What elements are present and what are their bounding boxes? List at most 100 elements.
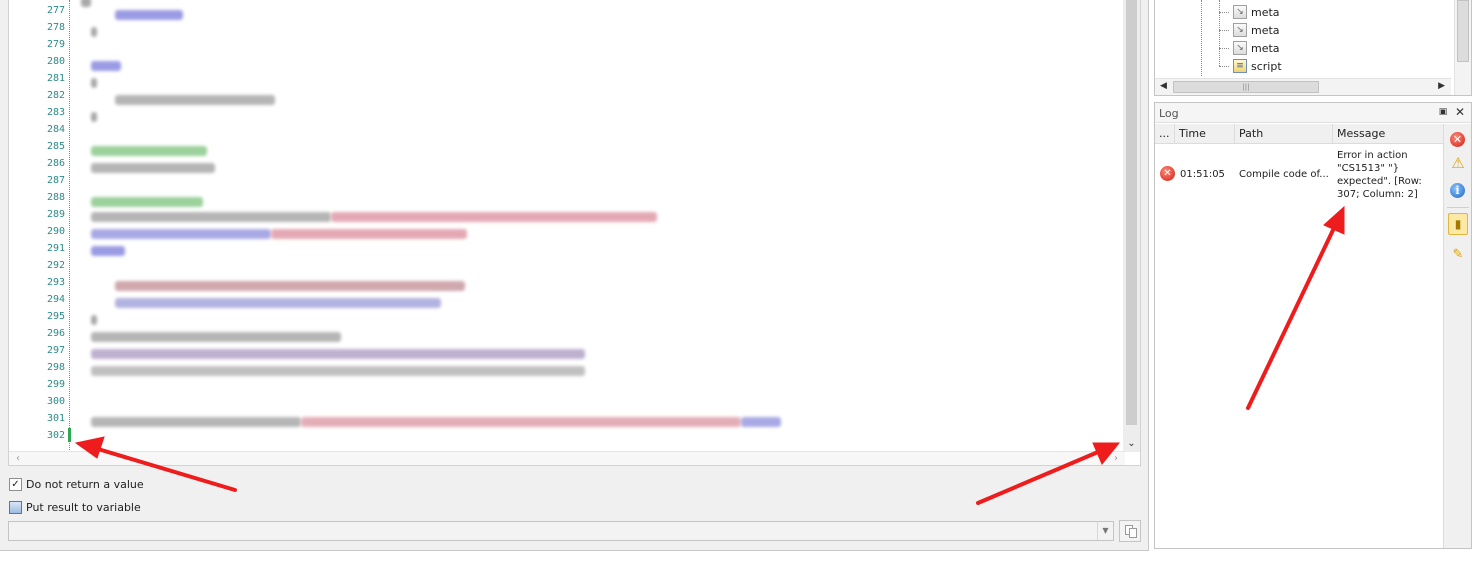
chevron-left-icon[interactable]: ◀ <box>1160 81 1167 91</box>
line-number: 290 <box>46 226 65 237</box>
log-message-line: expected". [Row: <box>1337 176 1422 187</box>
do-not-return-option[interactable]: ✓ Do not return a value <box>9 478 144 491</box>
line-number: 300 <box>46 396 65 407</box>
line-number: 280 <box>46 56 65 67</box>
redacted-code-line <box>91 349 585 359</box>
code-text-area[interactable] <box>71 0 1125 452</box>
log-path: Compile code of... <box>1239 169 1329 180</box>
script-icon: ≡ <box>1233 59 1247 73</box>
put-result-label: Put result to variable <box>26 501 141 514</box>
log-message-line: 307; Column: 2] <box>1337 189 1418 200</box>
tree-item-label: meta <box>1251 23 1280 37</box>
tree-item-meta[interactable]: ↘ meta <box>1219 23 1280 37</box>
tree-item-label: meta <box>1251 5 1280 19</box>
redacted-code-line <box>91 146 207 156</box>
maximize-icon[interactable]: ▣ <box>1437 106 1449 118</box>
close-icon[interactable]: ✕ <box>1453 105 1467 119</box>
line-number: 287 <box>46 175 65 186</box>
tree-branch <box>1219 65 1229 67</box>
redacted-code-line <box>91 197 203 207</box>
clear-log-icon[interactable]: ✎ <box>1449 246 1467 264</box>
copy-button[interactable] <box>1119 520 1141 542</box>
log-panel: Log ▣ ✕ ... Time Path Message ✕ 01:51:05… <box>1154 102 1472 549</box>
redacted-code-line <box>741 417 781 427</box>
log-message-line: Error in action <box>1337 150 1408 161</box>
column-header-more[interactable]: ... <box>1155 124 1175 144</box>
line-number: 291 <box>46 243 65 254</box>
column-header-time[interactable]: Time <box>1175 124 1235 144</box>
line-number: 297 <box>46 345 65 356</box>
line-number: 292 <box>46 260 65 271</box>
line-number: 294 <box>46 294 65 305</box>
filter-warnings-icon[interactable]: ⚠ <box>1449 154 1467 172</box>
filter-info-icon[interactable]: i <box>1450 183 1465 198</box>
tree-guide-line <box>1201 0 1202 76</box>
line-number: 299 <box>46 379 65 390</box>
vertical-scroll-thumb[interactable] <box>1457 0 1469 62</box>
line-number-gutter: 277 278 279 280 281 282 283 284 285 286 … <box>9 0 67 452</box>
tree-item-label: script <box>1251 59 1282 73</box>
horizontal-scroll-thumb[interactable]: ||| <box>1173 81 1319 93</box>
redacted-code-line <box>271 229 467 239</box>
tree-vertical-scrollbar[interactable] <box>1454 0 1471 95</box>
line-number: 302 <box>46 430 65 441</box>
redacted-code-line <box>331 212 657 222</box>
gutter-separator <box>69 0 70 452</box>
log-column-headers: ... Time Path Message <box>1155 124 1443 144</box>
line-number: 277 <box>46 5 65 16</box>
redacted-code-line <box>91 112 97 122</box>
redacted-code-line <box>91 417 301 427</box>
chevron-right-icon[interactable]: › <box>1109 452 1123 465</box>
redacted-code-line <box>115 298 441 308</box>
chevron-right-icon[interactable]: ▶ <box>1438 81 1445 91</box>
redacted-code-line <box>91 61 121 71</box>
editor-horizontal-scrollbar[interactable]: ‹ › <box>9 451 1125 465</box>
toolbar-separator <box>1447 207 1469 208</box>
chevron-down-icon[interactable]: ▼ <box>1097 522 1113 540</box>
redacted-code-line <box>91 27 97 37</box>
redacted-code-line <box>91 163 215 173</box>
tree-item-meta[interactable]: ↘ meta <box>1219 5 1280 19</box>
do-not-return-label: Do not return a value <box>26 478 144 491</box>
line-number: 278 <box>46 22 65 33</box>
line-number: 293 <box>46 277 65 288</box>
meta-tag-icon: ↘ <box>1233 5 1247 19</box>
chevron-left-icon[interactable]: ‹ <box>11 452 25 465</box>
log-filter-toolbar: ✕ ⚠ i ▮ ✎ <box>1443 124 1471 548</box>
column-header-message[interactable]: Message <box>1333 124 1443 144</box>
editor-vertical-scrollbar[interactable]: ⌄ <box>1123 0 1140 452</box>
line-number: 283 <box>46 107 65 118</box>
filter-errors-icon[interactable]: ✕ <box>1450 132 1465 147</box>
line-number: 282 <box>46 90 65 101</box>
line-number: 288 <box>46 192 65 203</box>
tree-horizontal-scrollbar[interactable]: ◀ ||| ▶ <box>1155 78 1451 95</box>
redacted-code-line <box>91 78 97 88</box>
line-number: 298 <box>46 362 65 373</box>
project-tree[interactable]: ↘ meta ↘ meta ↘ meta ≡ script ◀ ||| ▶ <box>1154 0 1472 96</box>
redacted-code-line <box>91 246 125 256</box>
redacted-code-line <box>81 0 91 7</box>
log-header: Log ▣ ✕ <box>1155 103 1471 123</box>
redacted-code-line <box>115 281 465 291</box>
redacted-code-line <box>115 95 275 105</box>
line-number: 279 <box>46 39 65 50</box>
tree-item-meta[interactable]: ↘ meta <box>1219 41 1280 55</box>
chevron-down-icon[interactable]: ⌄ <box>1125 437 1138 451</box>
log-title: Log <box>1159 107 1179 120</box>
filter-debug-icon[interactable]: ▮ <box>1448 213 1468 235</box>
line-number: 301 <box>46 413 65 424</box>
column-header-path[interactable]: Path <box>1235 124 1333 144</box>
redacted-code-line <box>91 332 341 342</box>
line-number: 284 <box>46 124 65 135</box>
tree-item-script[interactable]: ≡ script <box>1219 59 1282 73</box>
vertical-scroll-thumb[interactable] <box>1126 0 1137 425</box>
redacted-code-line <box>115 10 183 20</box>
do-not-return-checkbox[interactable]: ✓ <box>9 478 22 491</box>
copy-icon-front <box>1129 528 1137 538</box>
result-variable-select[interactable]: ▼ <box>8 521 1114 541</box>
tree-item-label: meta <box>1251 41 1280 55</box>
variable-icon[interactable] <box>9 501 22 514</box>
code-editor[interactable]: 277 278 279 280 281 282 283 284 285 286 … <box>8 0 1141 466</box>
line-number: 286 <box>46 158 65 169</box>
put-result-option[interactable]: Put result to variable <box>9 501 141 514</box>
